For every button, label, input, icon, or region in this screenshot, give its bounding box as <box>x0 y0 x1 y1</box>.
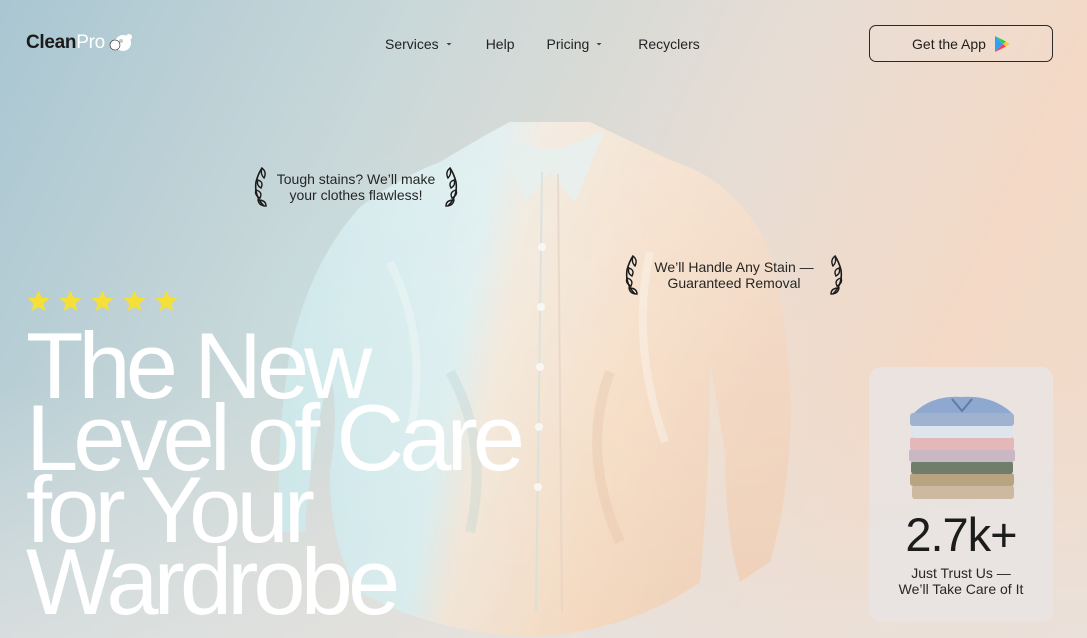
nav-pricing[interactable]: Pricing <box>546 34 603 54</box>
main-nav: Services Help Pricing Recyclers <box>385 34 700 54</box>
nav-help-label: Help <box>485 36 515 52</box>
logo-text-bold: Clean <box>26 32 77 53</box>
stat-value: 2.7k+ <box>905 508 1017 561</box>
laurel-icon <box>445 166 458 207</box>
site-header: Clean Pro Services Help Pricing Recycler… <box>0 0 1087 86</box>
logo-text-light: Pro <box>76 32 105 53</box>
star-icon <box>123 290 146 311</box>
stat-card: 2.7k+ Just Trust Us — We’ll Take Care of… <box>869 367 1053 622</box>
laurel-icon <box>830 254 843 295</box>
nav-pricing-label: Pricing <box>546 36 590 52</box>
star-icon <box>59 290 82 311</box>
google-play-icon <box>994 35 1010 52</box>
award-badge-guarantee: We’ll Handle Any Stain — Guaranteed Remo… <box>619 254 849 296</box>
rating-stars <box>26 289 179 314</box>
nav-recyclers[interactable]: Recyclers <box>638 34 699 54</box>
nav-services[interactable]: Services <box>385 34 453 54</box>
award-badge-stains: Tough stains? We’ll make your clothes fl… <box>248 166 464 208</box>
award-text: Tough stains? We’ll make your clothes fl… <box>276 171 436 203</box>
bubbles-icon <box>109 34 132 51</box>
nav-services-label: Services <box>385 36 439 52</box>
hero-line: Wardrobe <box>26 529 400 634</box>
star-icon <box>155 290 178 311</box>
laurel-icon <box>254 166 267 207</box>
award-text: We’ll Handle Any Stain — Guaranteed Remo… <box>654 259 814 291</box>
get-app-label: Get the App <box>912 35 986 52</box>
laurel-icon <box>625 254 638 295</box>
hero-title: The New Level of Care for Your Wardrobe <box>26 319 525 634</box>
star-icon <box>27 290 50 311</box>
stat-caption-line: We’ll Take Care of It <box>898 581 1024 597</box>
caret-down-icon <box>446 43 452 46</box>
nav-help[interactable]: Help <box>486 34 515 54</box>
stat-caption-line: Just Trust Us — <box>911 565 1011 581</box>
logo[interactable]: Clean Pro <box>26 32 133 54</box>
get-app-button[interactable]: Get the App <box>869 25 1053 62</box>
caret-down-icon <box>596 43 602 46</box>
folded-shirts-image <box>909 396 1015 499</box>
nav-recyclers-label: Recyclers <box>638 36 700 52</box>
stat-caption: Just Trust Us — We’ll Take Care of It <box>869 565 1053 597</box>
star-icon <box>91 290 114 311</box>
